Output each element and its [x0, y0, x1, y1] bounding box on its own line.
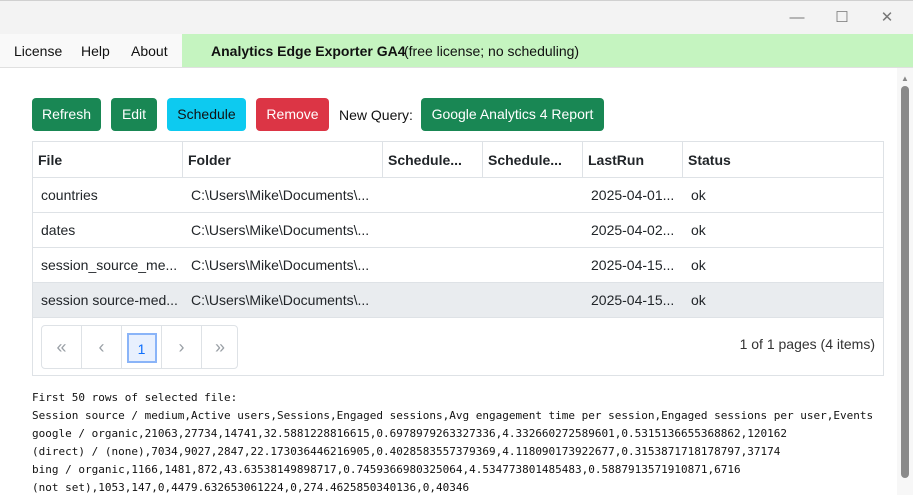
previous-page-icon[interactable]: ‹	[82, 326, 122, 368]
minimize-icon[interactable]: —	[786, 7, 808, 29]
grid-header: File Folder Schedule... Schedule... Last…	[33, 142, 883, 178]
column-header-schedule-1[interactable]: Schedule...	[383, 142, 483, 178]
cell-status: ok	[691, 292, 706, 308]
cell-folder: C:\Users\Mike\Documents\...	[191, 292, 370, 308]
cell-file: dates	[41, 222, 76, 238]
cell-folder: C:\Users\Mike\Documents\...	[191, 257, 370, 273]
menu-help[interactable]: Help	[81, 43, 110, 59]
menu-about[interactable]: About	[131, 43, 168, 59]
cell-status: ok	[691, 257, 706, 273]
menu-bar: License Help About Analytics Edge Export…	[0, 34, 913, 68]
file-preview: First 50 rows of selected file: Session s…	[32, 389, 884, 495]
table-row[interactable]: countries C:\Users\Mike\Documents\... 20…	[33, 178, 883, 213]
page-info: 1 of 1 pages (4 items)	[739, 336, 875, 352]
cell-lastrun: 2025-04-15...	[591, 292, 675, 308]
new-query-label: New Query:	[339, 107, 413, 123]
preview-line: (direct) / (none),7034,9027,2847,22.1730…	[32, 445, 781, 458]
first-page-icon[interactable]: «	[42, 326, 82, 368]
column-header-file[interactable]: File	[33, 142, 183, 178]
table-row[interactable]: dates C:\Users\Mike\Documents\... 2025-0…	[33, 213, 883, 248]
cell-schedule-1	[383, 283, 483, 318]
preview-heading: First 50 rows of selected file:	[32, 391, 238, 404]
current-page-button[interactable]: 1	[122, 326, 162, 368]
cell-schedule-2	[483, 283, 583, 318]
preview-line: bing / organic,1166,1481,872,43.63538149…	[32, 463, 741, 476]
ga4-report-button[interactable]: Google Analytics 4 Report	[421, 98, 604, 131]
cell-file: session_source_me...	[41, 257, 178, 273]
maximize-icon[interactable]: ☐	[831, 7, 853, 29]
current-page-number: 1	[126, 333, 157, 363]
cell-schedule-1	[383, 213, 483, 248]
cell-folder: C:\Users\Mike\Documents\...	[191, 222, 370, 238]
cell-lastrun: 2025-04-15...	[591, 257, 675, 273]
cell-folder: C:\Users\Mike\Documents\...	[191, 187, 370, 203]
cell-status: ok	[691, 222, 706, 238]
title-bar: — ☐ ✕	[0, 0, 913, 34]
cell-schedule-2	[483, 178, 583, 213]
cell-file: session source-med...	[41, 292, 178, 308]
preview-line: Session source / medium,Active users,Ses…	[32, 409, 874, 422]
column-header-status[interactable]: Status	[683, 142, 883, 178]
cell-schedule-2	[483, 248, 583, 283]
cell-schedule-1	[383, 248, 483, 283]
table-row-selected[interactable]: session source-med... C:\Users\Mike\Docu…	[33, 283, 883, 318]
cell-lastrun: 2025-04-02...	[591, 222, 675, 238]
remove-button[interactable]: Remove	[256, 98, 329, 131]
cell-schedule-2	[483, 213, 583, 248]
scroll-up-icon[interactable]: ▲	[901, 74, 909, 83]
preview-line: google / organic,21063,27734,14741,32.58…	[32, 427, 787, 440]
app-title: Analytics Edge Exporter GA4	[211, 43, 406, 59]
menu-license[interactable]: License	[14, 43, 62, 59]
preview-line: (not set),1053,147,0,4479.632653061224,0…	[32, 481, 470, 494]
files-grid: File Folder Schedule... Schedule... Last…	[32, 141, 884, 376]
app-banner: Analytics Edge Exporter GA4 (free licens…	[182, 34, 913, 67]
cell-status: ok	[691, 187, 706, 203]
column-header-folder[interactable]: Folder	[183, 142, 383, 178]
license-note: (free license; no scheduling)	[404, 43, 580, 59]
table-row[interactable]: session_source_me... C:\Users\Mike\Docum…	[33, 248, 883, 283]
next-page-icon[interactable]: ›	[162, 326, 202, 368]
cell-file: countries	[41, 187, 98, 203]
vertical-scrollbar[interactable]: ▲	[897, 68, 913, 495]
column-header-lastrun[interactable]: LastRun	[583, 142, 683, 178]
column-header-schedule-2[interactable]: Schedule...	[483, 142, 583, 178]
refresh-button[interactable]: Refresh	[32, 98, 101, 131]
scroll-thumb[interactable]	[901, 86, 909, 478]
edit-button[interactable]: Edit	[111, 98, 157, 131]
pagination: « ‹ 1 › »	[41, 325, 238, 369]
cell-schedule-1	[383, 178, 483, 213]
close-icon[interactable]: ✕	[876, 7, 898, 29]
last-page-icon[interactable]: »	[202, 326, 238, 368]
schedule-button[interactable]: Schedule	[167, 98, 246, 131]
cell-lastrun: 2025-04-01...	[591, 187, 675, 203]
